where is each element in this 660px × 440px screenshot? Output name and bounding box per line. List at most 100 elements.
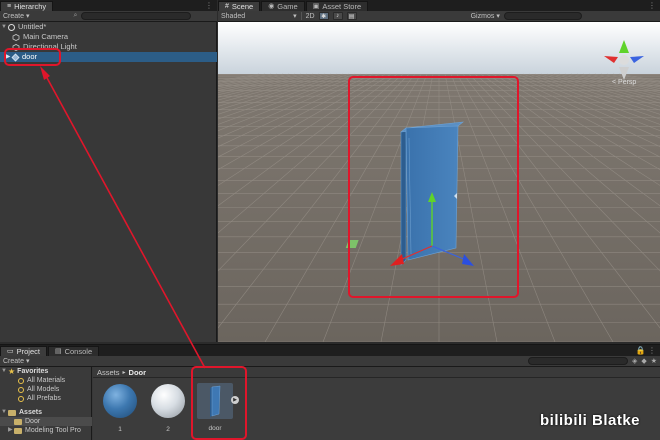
door-side-face [400, 127, 407, 266]
filter-type-icon[interactable]: ◈ [632, 357, 637, 365]
gizmo-center [619, 55, 629, 65]
gizmos-label: Gizmos [470, 12, 495, 20]
create-button[interactable]: Create ▾ [3, 12, 29, 20]
asset-thumbnail [150, 384, 186, 420]
search-icon [18, 386, 24, 393]
hierarchy-panel: ≡ Hierarchy ⋮ Create ▾ ⌕ ▼ Untitled* Mai… [0, 0, 217, 342]
prefab-cube-icon [11, 53, 20, 61]
effects-toggle-icon[interactable]: ▤ [346, 12, 357, 20]
project-search-input[interactable] [527, 357, 628, 365]
material-sphere-icon [103, 384, 137, 418]
lighting-toggle-icon[interactable]: ✱ [318, 12, 329, 20]
folder-modeling-tool-pro[interactable]: ▶ Modeling Tool Pro [0, 426, 92, 435]
favorite-all-materials[interactable]: All Materials [0, 376, 92, 385]
gameobject-icon [12, 43, 20, 51]
hierarchy-item-main-camera[interactable]: Main Camera [0, 32, 217, 42]
tab-project[interactable]: ▭ Project [0, 346, 47, 356]
scene-viewport[interactable]: < Persp [218, 22, 660, 342]
favorite-all-models[interactable]: All Models [0, 385, 92, 394]
search-icon [18, 377, 24, 384]
expand-triangle-icon[interactable]: ▼ [0, 22, 8, 32]
favorite-all-prefabs[interactable]: All Prefabs [0, 394, 92, 403]
scene-grid-icon: # [225, 2, 229, 10]
list-icon: ≡ [7, 2, 12, 10]
favorites-header[interactable]: ▼ ★ Favorites [0, 367, 92, 376]
search-icon: ⌕ [73, 12, 78, 19]
play-arrow-icon[interactable]: ▶ [231, 396, 239, 404]
projection-label[interactable]: < Persp [612, 79, 636, 86]
folder-label: Door [25, 418, 41, 425]
audio-toggle-icon[interactable]: ♪ [332, 12, 343, 20]
favorites-label: Favorites [17, 368, 49, 375]
project-folder-tree: ▼ ★ Favorites All Materials All Models A… [0, 367, 92, 440]
breadcrumb-root[interactable]: Assets [97, 368, 120, 377]
filter-label-icon[interactable]: ◆ [641, 357, 646, 365]
item-label: Directional Light [23, 42, 77, 51]
hierarchy-item-directional-light[interactable]: Directional Light [0, 42, 217, 52]
tab-hierarchy[interactable]: ≡ Hierarchy [0, 1, 54, 11]
folder-door[interactable]: Door [0, 417, 92, 426]
scene-root-row[interactable]: ▼ Untitled* [0, 22, 217, 32]
folder-label: Modeling Tool Pro [25, 427, 81, 434]
favorite-star-icon[interactable]: ★ [651, 357, 657, 365]
expand-triangle-icon[interactable]: ▼ [0, 408, 8, 417]
scene-tabbar: # Scene ◉ Game ▣ Asset Store ⋮ [218, 0, 660, 11]
item-label: Main Camera [23, 32, 69, 41]
tab-label: Game [277, 1, 298, 11]
divider [300, 12, 302, 20]
item-label: door [22, 52, 38, 61]
panel-menu-icon[interactable]: ⋮ [205, 1, 213, 10]
favorite-label: All Models [27, 386, 60, 393]
create-button[interactable]: Create ▾ [3, 357, 29, 365]
unity-scene-icon [8, 23, 15, 31]
hierarchy-item-door[interactable]: ▶ door [0, 52, 217, 62]
scene-search-input[interactable] [503, 12, 582, 20]
panel-menu-icon[interactable]: 🔒 ⋮ [636, 346, 656, 355]
expand-triangle-icon[interactable]: ▼ [0, 367, 8, 376]
folder-tab-icon: ▭ [7, 347, 14, 355]
scene-toolbar: Shaded ▾ 2D ✱ ♪ ▤ Gizmos ▾ [218, 11, 660, 22]
asset-thumbnail [102, 384, 138, 420]
tab-label: Console [64, 346, 93, 356]
watermark: bilibili Blatke [540, 412, 641, 429]
2d-toggle[interactable]: 2D [306, 13, 315, 20]
breadcrumb: Assets ▸ Door [93, 367, 660, 378]
tab-scene[interactable]: # Scene [218, 1, 261, 11]
assets-header[interactable]: ▼ Assets [0, 408, 92, 417]
material-sphere-icon [151, 384, 185, 418]
tab-game[interactable]: ◉ Game [261, 1, 305, 11]
folder-icon [14, 427, 22, 434]
search-icon [18, 395, 24, 402]
asset-label: 1 [118, 426, 122, 433]
asset-material-2[interactable]: 2 [149, 383, 187, 439]
panel-menu-icon[interactable]: ⋮ [648, 1, 656, 10]
folder-icon [8, 409, 16, 416]
breadcrumb-current[interactable]: Door [129, 368, 147, 377]
project-asset-view: Assets ▸ Door 1 2 ▶ door [93, 367, 660, 440]
hierarchy-search-input[interactable] [81, 12, 192, 20]
tab-asset-store[interactable]: ▣ Asset Store [305, 1, 369, 11]
console-icon: ▤ [54, 347, 62, 355]
breadcrumb-separator: ▸ [122, 369, 126, 376]
tab-label: Asset Store [322, 1, 362, 11]
store-icon: ▣ [312, 2, 320, 10]
assets-label: Assets [19, 409, 42, 416]
gamepad-icon: ◉ [268, 2, 275, 10]
favorite-label: All Materials [27, 377, 66, 384]
gizmos-dropdown[interactable]: Gizmos ▾ [470, 12, 500, 21]
asset-label: 2 [166, 426, 170, 433]
sky [218, 22, 660, 74]
asset-label: door [208, 425, 222, 432]
tab-console[interactable]: ▤ Console [47, 346, 100, 356]
asset-material-1[interactable]: 1 [101, 383, 139, 439]
asset-door-prefab[interactable]: ▶ door [196, 383, 239, 439]
asset-thumbnail: ▶ [197, 383, 239, 419]
shading-mode-dropdown[interactable]: Shaded ▾ [221, 12, 297, 21]
shading-mode-value: Shaded [221, 12, 246, 20]
chevron-down-icon: ▾ [293, 13, 297, 20]
tab-label: Hierarchy [14, 1, 47, 11]
scene-3d-view[interactable]: < Persp [218, 22, 660, 342]
chevron-down-icon: ▾ [496, 13, 500, 20]
scene-name: Untitled* [18, 22, 47, 31]
door-prefab-icon [210, 385, 221, 417]
